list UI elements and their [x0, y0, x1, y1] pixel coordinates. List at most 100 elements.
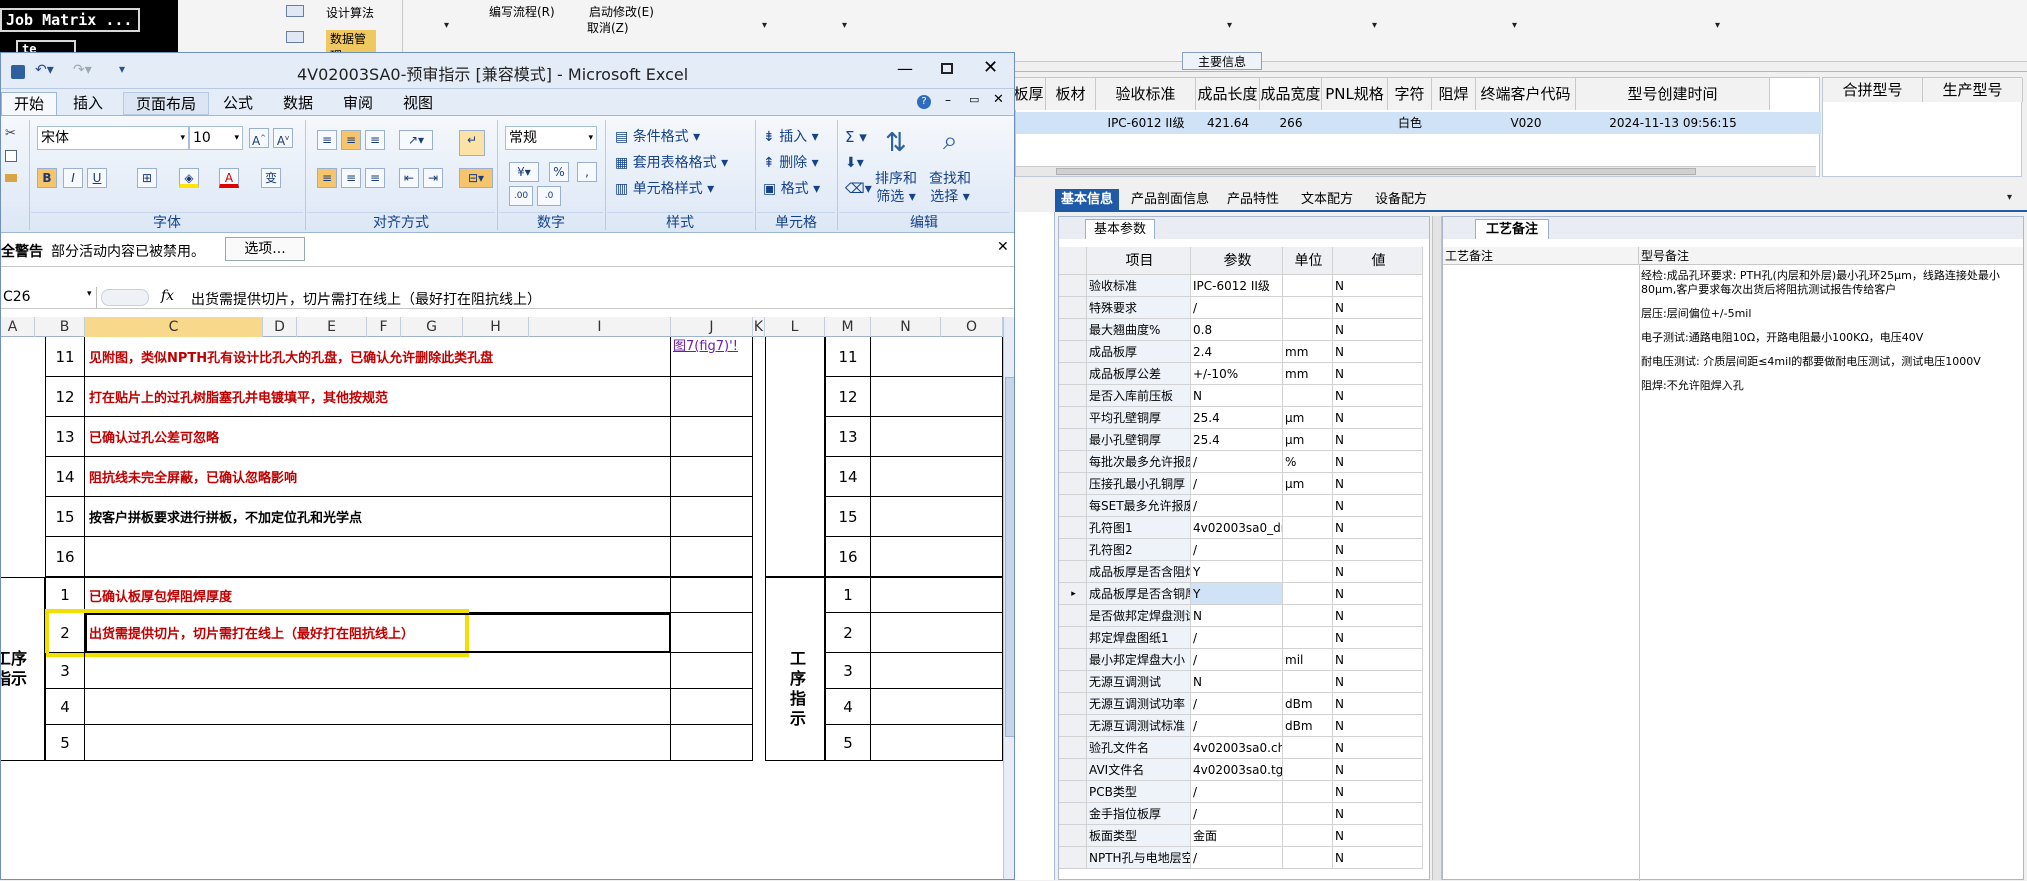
param-cell[interactable]: N: [1333, 627, 1423, 649]
param-cell[interactable]: [1283, 627, 1333, 649]
param-cell[interactable]: N: [1333, 759, 1423, 781]
column-header-k[interactable]: K: [753, 317, 765, 337]
edit-flow-button[interactable]: 编写流程(R): [489, 3, 555, 20]
params-grid[interactable]: 项目 参数 单位値验收标准 IPC-6012 II级 N 特殊要求 / N 最大翘曲度% 0.8 N…: [1059, 247, 1431, 881]
row-selector[interactable]: [1059, 539, 1087, 561]
increase-decimal-icon[interactable]: .00: [509, 186, 533, 206]
conditional-format-button[interactable]: ▤ 条件格式 ▾: [615, 126, 700, 148]
column-header-i[interactable]: I: [529, 317, 671, 337]
extra-cell[interactable]: [671, 377, 753, 417]
accounting-icon[interactable]: ¥▾: [509, 162, 539, 182]
column-header-c[interactable]: C: [85, 317, 263, 337]
param-cell[interactable]: N: [1191, 385, 1283, 407]
autosum-icon[interactable]: Σ ▾: [845, 126, 867, 148]
grid-header-cell[interactable]: 型号创建时间: [1576, 78, 1770, 110]
right-empty-cell[interactable]: [871, 653, 1003, 689]
dropdown-caret-icon[interactable]: ▾: [1715, 20, 1720, 31]
decrease-indent-icon[interactable]: ⇤: [399, 168, 419, 188]
fill-color-icon[interactable]: ◈: [179, 168, 199, 188]
param-cell[interactable]: [1283, 825, 1333, 847]
grid-cell[interactable]: IPC-6012 II级: [1096, 112, 1196, 134]
tab-profile-info[interactable]: 产品剖面信息: [1125, 189, 1215, 211]
tab-text-recipe[interactable]: 文本配方: [1295, 189, 1359, 211]
row-selector[interactable]: [1059, 385, 1087, 407]
param-cell[interactable]: N: [1333, 561, 1423, 583]
param-cell[interactable]: 0.8: [1191, 319, 1283, 341]
instruction-cell[interactable]: [85, 653, 671, 689]
fill-icon[interactable]: ⬇▾: [845, 152, 864, 174]
grid-cell[interactable]: [1046, 112, 1096, 134]
column-header-e[interactable]: E: [297, 317, 367, 337]
sort-filter-icon[interactable]: ⇅: [885, 128, 907, 158]
merge-model-grid[interactable]: 合拼型号 生产型号: [1822, 77, 2023, 177]
row-number-cell-right[interactable]: 5: [825, 725, 871, 761]
param-cell[interactable]: N: [1333, 737, 1423, 759]
grid-cell[interactable]: 白色: [1388, 112, 1432, 134]
extra-cell[interactable]: [671, 613, 753, 653]
model-grid-row-selected[interactable]: IPC-6012 II级 421.64 266 白色 V020 2024-11-13 09…: [1016, 112, 1821, 134]
column-header-m[interactable]: M: [825, 317, 871, 337]
param-cell[interactable]: N: [1333, 275, 1423, 297]
param-header-cell[interactable]: 项目: [1087, 247, 1191, 275]
row-number-cell[interactable]: 12: [45, 377, 85, 417]
grid-cell[interactable]: 266: [1260, 112, 1322, 134]
row-selector[interactable]: [1059, 825, 1087, 847]
grid-header-cell[interactable]: 板材: [1046, 78, 1096, 110]
tab-equipment-recipe[interactable]: 设备配方: [1369, 189, 1433, 211]
param-cell[interactable]: N: [1333, 803, 1423, 825]
underline-icon[interactable]: U: [87, 168, 107, 188]
param-cell[interactable]: N: [1333, 429, 1423, 451]
column-header-o[interactable]: O: [941, 317, 1003, 337]
grid-cell[interactable]: 2024-11-13 09:56:15: [1576, 112, 1770, 134]
merge-center-icon[interactable]: ⊟▾: [459, 168, 493, 188]
param-cell[interactable]: N: [1333, 473, 1423, 495]
param-cell[interactable]: IPC-6012 II级: [1191, 275, 1283, 297]
instruction-cell[interactable]: 阻抗线未完全屏蔽，已确认忽略影响: [85, 457, 671, 497]
instruction-cell[interactable]: 已确认过孔公差可忽略: [85, 417, 671, 457]
dropdown-caret-icon[interactable]: ▾: [444, 20, 449, 31]
hyperlink-cell-text[interactable]: 图7(fig7)'!: [671, 337, 752, 357]
row-selector[interactable]: [1059, 847, 1087, 869]
orientation-icon[interactable]: ↗▾: [399, 130, 433, 150]
grid-cell[interactable]: [1322, 112, 1388, 134]
italic-icon[interactable]: I: [63, 168, 83, 188]
row-selector[interactable]: [1059, 275, 1087, 297]
param-cell[interactable]: [1283, 385, 1333, 407]
param-cell[interactable]: μm: [1283, 407, 1333, 429]
row-selector[interactable]: [1059, 759, 1087, 781]
column-header-l[interactable]: L: [765, 317, 825, 337]
align-bottom-icon[interactable]: ≡: [365, 130, 385, 150]
extra-cell[interactable]: [671, 577, 753, 613]
param-cell[interactable]: N: [1333, 363, 1423, 385]
param-cell[interactable]: μm: [1283, 473, 1333, 495]
param-header-cell[interactable]: 参数: [1191, 247, 1283, 275]
minimize-icon[interactable]: —: [897, 59, 913, 78]
column-header-n[interactable]: N: [871, 317, 941, 337]
param-cell[interactable]: 2.4: [1191, 341, 1283, 363]
instruction-cell[interactable]: [85, 689, 671, 725]
side-link-design-algo[interactable]: 设计算法: [326, 4, 374, 21]
start-change-button[interactable]: 启动修改(E): [589, 3, 654, 20]
row-selector[interactable]: [1059, 451, 1087, 473]
param-cell[interactable]: [1283, 583, 1333, 605]
grid-header-cell[interactable]: 字符: [1388, 78, 1432, 110]
increase-indent-icon[interactable]: ⇥: [423, 168, 443, 188]
cut-icon[interactable]: ✂: [5, 126, 16, 141]
row-number-cell[interactable]: 14: [45, 457, 85, 497]
param-cell[interactable]: N: [1333, 539, 1423, 561]
row-selector[interactable]: [1059, 297, 1087, 319]
dropdown-caret-icon[interactable]: ▾: [1512, 20, 1517, 31]
font-size-box[interactable]: 10 ▾: [189, 126, 243, 150]
grow-font-icon[interactable]: A^: [249, 128, 269, 148]
param-cell[interactable]: mm: [1283, 363, 1333, 385]
param-cell[interactable]: N: [1191, 605, 1283, 627]
param-cell[interactable]: /: [1191, 495, 1283, 517]
ribbon-restore-icon[interactable]: ▭: [969, 93, 979, 106]
param-cell[interactable]: /: [1191, 649, 1283, 671]
row-selector[interactable]: [1059, 363, 1087, 385]
param-cell[interactable]: /: [1191, 297, 1283, 319]
shrink-font-icon[interactable]: Av: [273, 128, 293, 148]
bold-icon[interactable]: B: [37, 168, 57, 188]
row-selector[interactable]: [1059, 781, 1087, 803]
param-cell[interactable]: [1283, 737, 1333, 759]
